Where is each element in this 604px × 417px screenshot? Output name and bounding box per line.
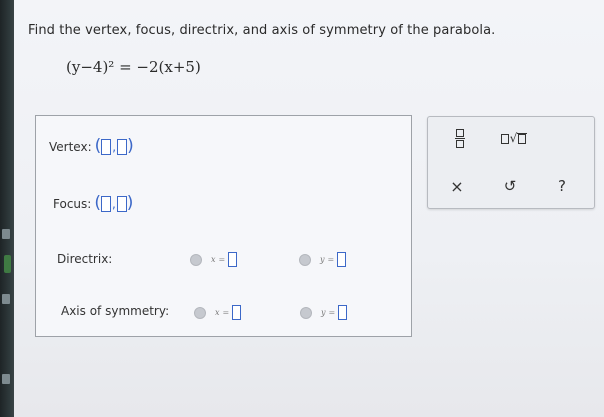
close-icon: × [450, 176, 464, 196]
directrix-x-input[interactable] [228, 252, 238, 267]
clear-button[interactable]: × [446, 175, 468, 197]
comma: , [112, 139, 117, 154]
bezel-mark [2, 374, 10, 384]
directrix-option-y[interactable]: y = [299, 252, 347, 267]
monitor-bezel [0, 0, 14, 417]
sqrt-icon: √ [500, 132, 528, 144]
axis-row: Axis of symmetry: [61, 304, 169, 318]
directrix-label: Directrix: [57, 252, 113, 266]
vertex-point-input[interactable]: ( , ) [95, 138, 134, 155]
comma: , [111, 196, 116, 211]
fraction-button[interactable] [450, 127, 470, 149]
fraction-icon [455, 128, 465, 148]
undo-icon: ↺ [503, 177, 517, 195]
x-variable: x [215, 308, 220, 317]
bezel-mark [2, 229, 10, 239]
y-variable: y [321, 308, 326, 317]
math-palette: √ × ↺ ? [427, 116, 595, 209]
bezel-glow [4, 255, 11, 273]
close-paren: ) [127, 136, 134, 156]
sqrt-button[interactable]: √ [494, 127, 534, 149]
help-icon: ? [558, 177, 566, 195]
axis-y-radio[interactable] [300, 306, 312, 319]
undo-button[interactable]: ↺ [499, 175, 521, 197]
focus-y-input[interactable] [116, 195, 127, 212]
help-button[interactable]: ? [551, 175, 573, 197]
equals-sign: = [327, 255, 335, 264]
axis-label: Axis of symmetry: [61, 304, 170, 318]
directrix-y-radio[interactable] [299, 253, 311, 266]
close-paren: ) [126, 193, 134, 213]
axis-option-x[interactable]: x = [194, 305, 242, 320]
answer-area: Vertex: ( , ) Focus: ( , ) Directrix: x … [35, 115, 412, 337]
axis-option-y[interactable]: y = [300, 305, 348, 320]
vertex-label: Vertex: [49, 139, 92, 154]
directrix-y-input[interactable] [337, 252, 347, 267]
open-paren: ( [94, 136, 102, 156]
parabola-equation: (y−4)² = −2(x+5) [66, 58, 201, 76]
directrix-option-x[interactable]: x = [190, 252, 238, 267]
vertex-x-input[interactable] [101, 138, 112, 155]
directrix-row: Directrix: [57, 252, 112, 266]
x-variable: x [211, 255, 216, 264]
axis-x-radio[interactable] [194, 306, 206, 319]
y-variable: y [320, 255, 325, 264]
focus-label: Focus: [53, 196, 92, 211]
equals-sign: = [218, 255, 226, 264]
open-paren: ( [94, 193, 101, 213]
focus-point-input[interactable]: ( , ) [94, 195, 133, 212]
equals-sign: = [222, 308, 230, 317]
bezel-mark [2, 294, 10, 304]
equals-sign: = [328, 308, 336, 317]
question-text: Find the vertex, focus, directrix, and a… [28, 23, 496, 38]
axis-y-input[interactable] [338, 305, 348, 320]
axis-x-input[interactable] [232, 305, 242, 320]
focus-row: Focus: ( , ) [53, 195, 133, 212]
focus-x-input[interactable] [100, 195, 111, 212]
vertex-y-input[interactable] [117, 138, 128, 155]
directrix-x-radio[interactable] [190, 253, 202, 266]
vertex-row: Vertex: ( , ) [49, 138, 134, 155]
